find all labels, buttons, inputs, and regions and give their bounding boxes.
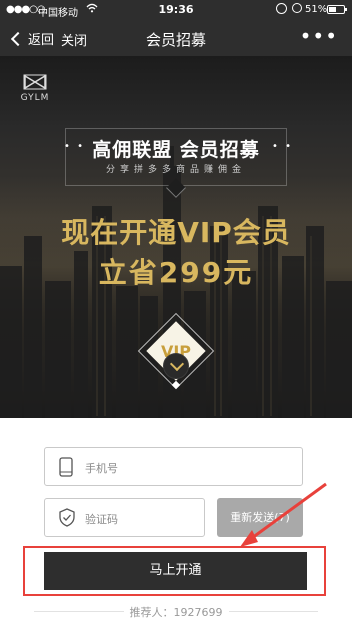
referrer-info: 推荐人：1927699 [0,604,352,620]
savings-headline: 立省299元 [98,256,254,289]
status-bar: ●●●○○ 中国移动 19:36 51% [0,0,352,20]
banner-title: 高佣联盟 会员招募 [92,139,260,161]
activate-now-button[interactable]: 马上开通 [44,552,307,590]
logo-text: GYLM [20,93,50,103]
alarm-icon [292,3,302,13]
phone-placeholder: 手机号 [85,462,118,475]
brand-logo: GYLM [17,74,53,103]
phone-icon [59,457,73,477]
resend-code-button[interactable]: 重新发送(7) [217,498,303,537]
battery-icon [327,5,347,14]
vip-headline: 现在开通VIP会员 [61,216,291,249]
nav-bar: 返回 关闭 会员招募 ••• [0,20,352,56]
phone-number-input[interactable]: 手机号 [44,447,303,486]
battery-fill [329,7,337,12]
banner-subtitle: 分享拼多多商品赚佣金 [105,165,246,175]
battery-percentage: 51% [305,4,328,15]
verification-code-input[interactable]: 验证码 [44,498,205,537]
shield-check-icon [59,508,75,527]
rotation-lock-icon [276,3,287,14]
referrer-text: 推荐人：1927699 [123,606,229,619]
scroll-down-chevron-icon[interactable] [163,353,189,379]
code-placeholder: 验证码 [85,513,118,526]
bowtie-logo-icon [23,74,47,90]
more-options-button[interactable]: ••• [300,24,338,48]
